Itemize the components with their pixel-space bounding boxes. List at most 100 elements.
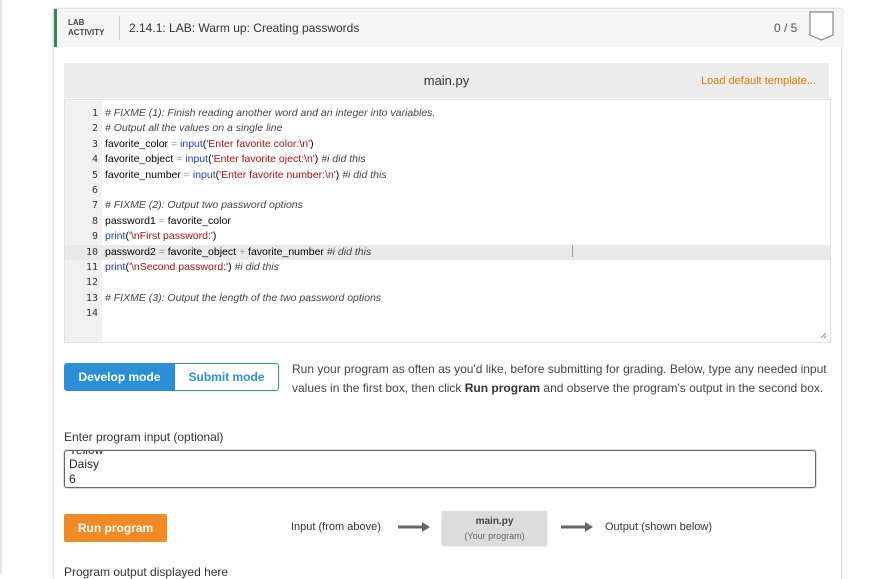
text-cursor [572,245,573,257]
code-text: # FIXME (2): Output two password options [105,198,303,213]
load-default-template-link[interactable]: Load default template... [701,75,816,87]
code-text: password1 = favorite_color [105,214,231,229]
activity-type-line2: ACTIVITY [68,28,105,37]
line-number: 2 [91,123,98,135]
code-text: favorite_color = input('Enter favorite c… [105,137,314,152]
program-output-label: Program output displayed here [64,565,229,579]
code-line[interactable]: 6 [65,183,830,198]
run-instructions: Run your program as often as you'd like,… [292,360,827,397]
line-number: 7 [91,200,98,212]
code-token: password1 [105,214,159,227]
mode-toggle: Develop mode Submit mode [64,363,279,391]
code-token: ) [212,230,217,243]
input-line-2: Daisy [69,457,100,471]
code-text: # FIXME (3): Output the length of the tw… [105,291,381,306]
run-instructions-bold: Run program [464,380,541,395]
code-line[interactable]: 1 # FIXME (1): Finish reading another wor… [65,106,830,121]
code-line[interactable]: 10 password2 = favorite_object + favorite… [65,244,830,260]
code-token: favorite_number [245,245,327,258]
code-token: favorite_color [105,137,171,150]
completion-flag-icon [809,11,834,41]
resize-handle-icon[interactable] [820,332,827,339]
code-token: # Output all the values on a single line [105,122,283,135]
code-token: input [185,153,209,166]
code-token: 'Enter favorite oject:\n' [211,153,315,166]
code-line[interactable]: 14 [65,306,830,321]
code-token: ) [310,137,314,150]
code-token: print [105,261,126,273]
line-number: 1 [91,108,98,119]
code-token: favorite_color [164,214,231,227]
line-number: 9 [91,231,98,243]
program-flow-box: main.py (Your program) [442,511,547,545]
code-token: favorite_object [105,153,177,166]
line-number: 6 [91,185,98,196]
line-number: 4 [91,154,98,166]
code-line[interactable]: 8 password1 = favorite_color [65,214,830,229]
code-text: favorite_object = input('Enter favorite … [105,152,366,167]
line-number: 8 [91,215,98,227]
submit-mode-button[interactable]: Submit mode [174,363,279,391]
code-text: # Output all the values on a single line [105,121,282,136]
code-token: #i did this [321,153,366,166]
activity-type-label: LAB ACTIVITY [68,18,104,38]
run-program-button[interactable]: Run program [64,514,167,542]
header-divider [119,16,120,40]
develop-mode-button[interactable]: Develop mode [64,363,175,391]
code-token: password2 [105,245,159,258]
code-line[interactable]: 7 # FIXME (2): Output two password option… [65,198,830,213]
input-line-3: 6 [69,472,76,486]
flow-box-subtitle: (Your program) [464,531,525,541]
code-token: #i did this [342,168,387,181]
activity-title: 2.14.1: LAB: Warm up: Creating passwords [129,21,360,35]
line-number: 3 [91,138,98,150]
code-editor[interactable]: 1 # FIXME (1): Finish reading another wor… [64,99,831,343]
program-input-textarea[interactable]: Yellow Daisy 6 [64,450,816,488]
code-line[interactable]: 9 print('\nFirst password:') [65,229,830,244]
line-number: 10 [85,246,98,258]
code-line[interactable]: 5 favorite_number = input('Enter favorite… [65,168,830,183]
code-text: # FIXME (1): Finish reading another word… [105,106,435,121]
left-page-rule [0,0,2,574]
code-token: # FIXME (3): Output the length of the tw… [105,291,382,304]
code-line[interactable]: 2 # Output all the values on a single lin… [65,121,830,136]
code-text: print('\nSecond password:') #i did this [105,260,279,275]
flow-output-label: Output (shown below) [605,521,712,533]
run-instructions-text-2: and observe the program's output in the … [540,380,824,395]
activity-type-line1: LAB [68,18,85,27]
code-token: # FIXME (2): Output two password options [105,199,303,212]
code-line[interactable]: 12 [65,275,830,290]
code-text: print('\nFirst password:') [105,229,216,244]
flow-input-label: Input (from above) [291,521,381,533]
activity-score: 0 / 5 [774,21,798,35]
activity-header: LAB ACTIVITY 2.14.1: LAB: Warm up: Creat… [54,9,844,47]
code-text: password2 = favorite_object + favorite_n… [105,245,371,260]
lab-activity-card: LAB ACTIVITY 2.14.1: LAB: Warm up: Creat… [53,8,844,579]
code-line[interactable]: 11 print('\nSecond password:') #i did thi… [65,260,830,275]
flow-box-title: main.py [475,516,514,527]
arrow-right-icon [561,522,593,532]
code-text: favorite_number = input('Enter favorite … [105,168,387,183]
code-line[interactable]: 13 # FIXME (3): Output the length of the … [65,291,830,306]
code-token: favorite_object [164,245,239,258]
line-number: 14 [85,308,98,320]
line-number: 5 [91,169,98,181]
code-token: '\nFirst password:' [128,230,213,243]
arrow-right-icon [398,522,430,532]
code-token: input [192,168,216,181]
code-line[interactable]: 4 favorite_object = input('Enter favorite… [65,152,830,167]
line-number: 11 [85,262,98,273]
editor-toolbar: main.py Load default template... [64,63,829,98]
line-number: 12 [85,277,98,289]
program-input-label: Enter program input (optional) [64,430,224,444]
code-token: input [180,137,203,150]
code-token: #i did this [326,245,372,258]
code-token: # FIXME (1): Finish reading another word… [105,107,436,119]
code-token: 'Enter favorite number:\n' [219,168,336,181]
code-line[interactable]: 3 favorite_color = input('Enter favorite … [65,137,830,152]
code-token: favorite_number [105,168,184,181]
code-token: #i did this [234,261,279,273]
line-number: 13 [85,292,98,304]
code-token: print [105,230,126,243]
code-token: 'Enter favorite color:\n' [206,137,311,150]
